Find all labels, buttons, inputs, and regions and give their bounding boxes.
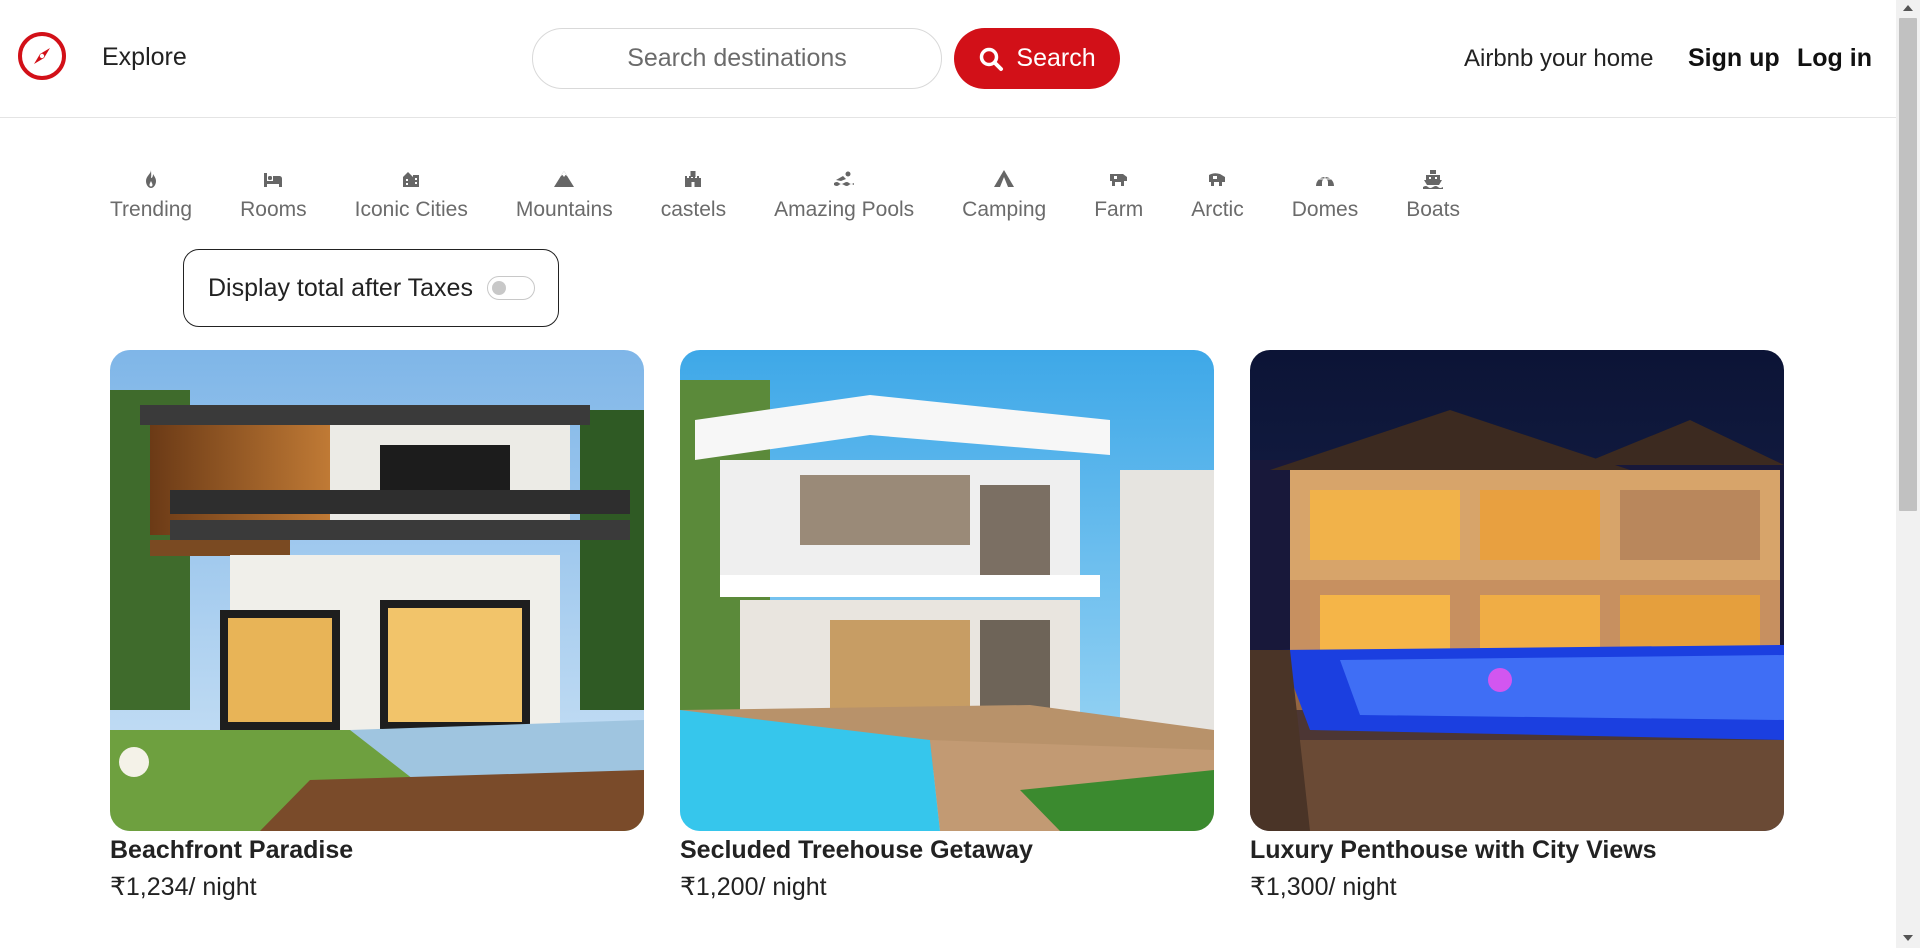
castle-icon (685, 171, 702, 187)
city-icon (403, 172, 420, 187)
filter-label: Rooms (240, 198, 307, 221)
listing-card[interactable]: Secluded Treehouse Getaway ₹1,200/ night (680, 350, 1214, 901)
listing-image (1250, 350, 1784, 831)
tax-toggle-switch[interactable] (486, 276, 535, 300)
listing-image (680, 350, 1214, 831)
host-link[interactable]: Airbnb your home (1464, 45, 1653, 73)
filter-label: Farm (1094, 198, 1144, 221)
filter-farm[interactable]: Farm (1094, 168, 1143, 222)
filter-trending[interactable]: Trending (110, 168, 192, 222)
ship-icon (1423, 170, 1444, 189)
signup-link[interactable]: Sign up (1688, 44, 1780, 73)
filter-iconic-cities[interactable]: Iconic Cities (355, 168, 468, 222)
filter-arctic[interactable]: Arctic (1191, 168, 1244, 222)
filter-boats[interactable]: Boats (1406, 168, 1460, 222)
tent-icon (994, 170, 1015, 187)
listing-image (110, 350, 644, 831)
filter-mountains[interactable]: Mountains (516, 168, 613, 222)
navbar: Explore Search Airbnb your home Sign up … (0, 0, 1896, 118)
listing-price: ₹1,200/ night (680, 873, 827, 901)
filter-label: Amazing Pools (774, 198, 915, 221)
igloo-icon (1315, 173, 1334, 186)
filter-camping[interactable]: Camping (962, 168, 1046, 222)
compass-logo-icon[interactable] (17, 31, 67, 81)
filter-label: castels (660, 198, 727, 221)
scroll-down-arrow-icon[interactable] (1903, 935, 1913, 941)
filter-label: Camping (962, 198, 1047, 221)
listing-card[interactable]: Luxury Penthouse with City Views ₹1,300/… (1250, 350, 1784, 901)
fire-icon (146, 170, 157, 188)
toggle-knob (491, 281, 506, 295)
search-button[interactable]: Search (954, 28, 1120, 89)
search-input[interactable] (532, 28, 942, 89)
swimmer-icon (834, 171, 855, 186)
listing-price: ₹1,234/ night (110, 873, 257, 901)
tax-toggle-box: Display total after Taxes (183, 249, 559, 327)
listing-card[interactable]: Beachfront Paradise ₹1,234/ night (110, 350, 644, 901)
filter-domes[interactable]: Domes (1291, 168, 1359, 222)
filter-castels[interactable]: castels (661, 168, 726, 222)
category-filters: Trending Rooms Iconic Cities Mountains c… (110, 168, 1508, 222)
filter-label: Boats (1406, 198, 1460, 221)
snowmobile-icon (1209, 173, 1226, 186)
listing-title[interactable]: Secluded Treehouse Getaway (680, 836, 1033, 865)
bed-icon (264, 173, 283, 187)
filter-label: Domes (1291, 198, 1359, 221)
search-button-label: Search (1016, 44, 1096, 72)
mountain-icon (554, 171, 575, 187)
filter-label: Mountains (515, 198, 613, 221)
filter-label: Trending (110, 198, 193, 221)
tax-toggle-label: Display total after Taxes (208, 273, 473, 302)
filter-label: Arctic (1191, 198, 1244, 221)
search-icon (980, 47, 1004, 71)
filter-label: Iconic Cities (354, 198, 468, 221)
login-link[interactable]: Log in (1797, 44, 1872, 73)
scroll-up-arrow-icon[interactable] (1903, 5, 1913, 11)
filter-amazing-pools[interactable]: Amazing Pools (774, 168, 914, 222)
scrollbar-thumb[interactable] (1899, 18, 1917, 511)
explore-link[interactable]: Explore (102, 43, 187, 72)
listing-price: ₹1,300/ night (1250, 873, 1397, 901)
listing-title[interactable]: Luxury Penthouse with City Views (1250, 836, 1657, 865)
filter-rooms[interactable]: Rooms (240, 168, 307, 222)
listing-title[interactable]: Beachfront Paradise (110, 836, 353, 865)
cow-icon (1109, 174, 1127, 186)
